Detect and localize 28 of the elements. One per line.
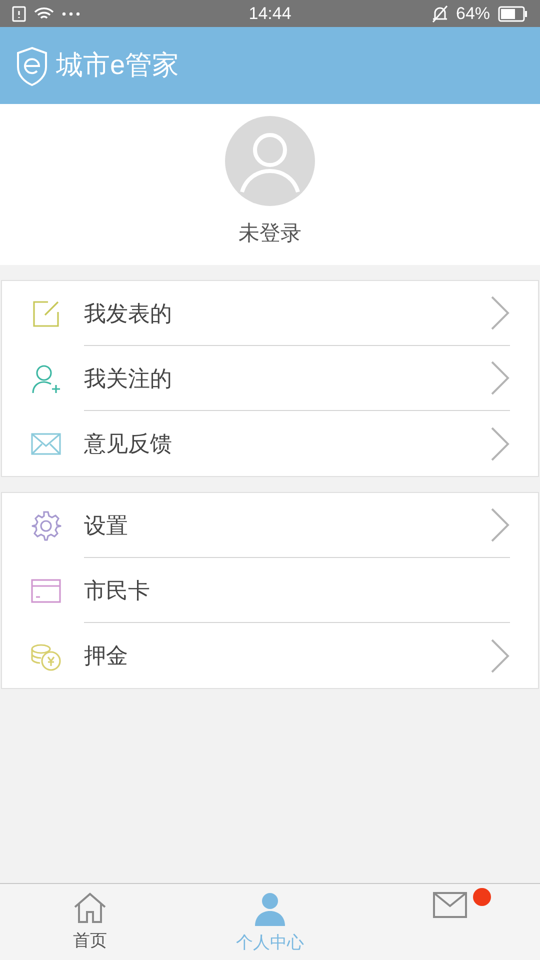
mail-icon: [433, 892, 467, 918]
wifi-icon: [34, 6, 54, 22]
menu-item[interactable]: 我关注的: [2, 346, 538, 411]
menu-label: 押金: [84, 642, 129, 670]
add-user-icon: [30, 362, 62, 394]
clock: 14:44: [248, 2, 292, 25]
person-icon: [254, 892, 286, 926]
menu-label: 我发表的: [84, 300, 173, 328]
home-icon: [73, 892, 107, 924]
tab[interactable]: 首页: [0, 884, 180, 960]
shield-logo-icon: [16, 46, 48, 86]
menu-item[interactable]: 设置: [2, 493, 538, 558]
battery-percent: 64%: [456, 2, 490, 25]
menu-label: 设置: [84, 512, 129, 540]
menu-item[interactable]: 押金: [2, 623, 538, 688]
settings-icon: [30, 510, 62, 542]
menu-item[interactable]: 我发表的: [2, 281, 538, 346]
menu-item[interactable]: 市民卡: [2, 558, 538, 623]
login-status[interactable]: 未登录: [238, 218, 302, 250]
menu-label: 意见反馈: [84, 430, 173, 458]
battery-icon: [498, 6, 528, 22]
menu-label: 我关注的: [84, 364, 173, 392]
muted-bell-icon: [432, 4, 448, 22]
more-icon: [62, 12, 80, 16]
sim-icon: [12, 6, 26, 22]
menu-label: 市民卡: [84, 576, 151, 604]
app-title: 城市e管家: [56, 49, 180, 82]
menu-item[interactable]: 意见反馈: [2, 411, 538, 476]
